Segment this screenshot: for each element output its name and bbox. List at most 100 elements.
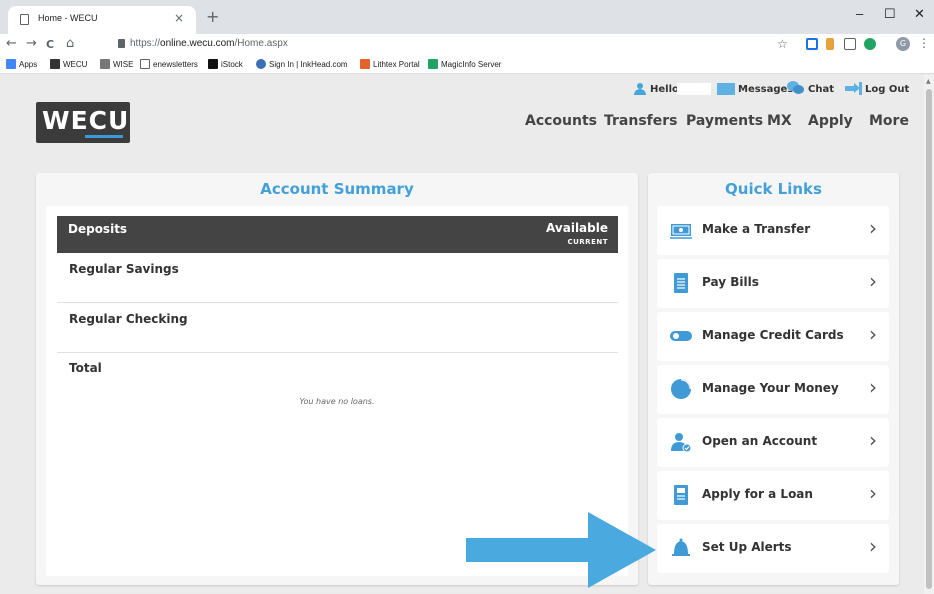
nav-accounts[interactable]: Accounts [525, 113, 597, 129]
chevron-right-icon: › [869, 216, 877, 240]
forward-button[interactable]: → [26, 36, 37, 51]
quick-link-label: Make a Transfer [702, 222, 811, 236]
nav-more[interactable]: More [869, 113, 909, 129]
tab-close-icon[interactable]: × [174, 11, 184, 25]
extension-icon[interactable] [864, 38, 876, 50]
chat-link[interactable]: Chat [808, 84, 834, 95]
account-row-total: Total [57, 352, 618, 402]
bookmark-star-icon[interactable]: ☆ [777, 37, 788, 51]
maximize-button[interactable]: ☐ [884, 6, 896, 22]
browser-menu-icon[interactable]: ⋮ [918, 36, 930, 50]
page-scrollbar[interactable]: ▲ [924, 75, 934, 594]
apps-grid-icon [6, 59, 16, 69]
chat-bubbles-icon[interactable] [787, 81, 804, 94]
quick-links-card: Quick Links Make a Transfer › Pay Bills … [648, 173, 899, 585]
wise-icon [100, 59, 110, 69]
bookmark-wise[interactable]: WISE [100, 59, 133, 69]
quick-link-label: Set Up Alerts [702, 540, 792, 554]
chevron-right-icon: › [869, 428, 877, 452]
nav-apply[interactable]: Apply [808, 113, 853, 129]
bookmark-magicinfo[interactable]: MagicInfo Server [428, 59, 501, 69]
quick-link-make-transfer[interactable]: Make a Transfer › [657, 206, 889, 255]
nav-transfers[interactable]: Transfers [604, 113, 678, 129]
browser-tab-strip: Home - WECU × + – ☐ ✕ [0, 0, 934, 34]
chevron-right-icon: › [869, 269, 877, 293]
quick-links-title: Quick Links [725, 180, 822, 198]
lock-icon [118, 39, 125, 48]
deposits-header: Deposits Available CURRENT [57, 216, 618, 253]
nav-payments[interactable]: Payments [686, 113, 763, 129]
cast-extension-icon[interactable] [806, 38, 818, 50]
transfer-icon [670, 224, 692, 239]
quick-link-label: Manage Your Money [702, 381, 839, 395]
chevron-right-icon: › [869, 375, 877, 399]
logo-underline [85, 135, 123, 138]
person-icon [634, 83, 646, 95]
account-row-savings[interactable]: Regular Savings [57, 253, 618, 303]
available-label: Available [546, 221, 608, 235]
add-person-icon [671, 433, 692, 452]
callout-arrow-icon [466, 512, 656, 588]
quick-link-label: Pay Bills [702, 275, 759, 289]
close-window-button[interactable]: ✕ [914, 6, 925, 22]
bookmark-enewsletters[interactable]: enewsletters [140, 59, 198, 69]
browser-toolbar: ← → C ⌂ https://online.wecu.com/Home.asp… [0, 34, 934, 56]
bell-icon [672, 538, 690, 556]
chevron-right-icon: › [869, 322, 877, 346]
chevron-right-icon: › [869, 534, 877, 558]
wecu-icon [50, 59, 60, 69]
address-bar[interactable]: https://online.wecu.com/Home.aspx [114, 35, 754, 54]
bookmarks-bar: Apps WECU WISE enewsletters iStock Sign … [0, 56, 934, 74]
home-button[interactable]: ⌂ [66, 36, 74, 51]
quick-link-label: Open an Account [702, 434, 818, 448]
back-button[interactable]: ← [6, 36, 17, 51]
toggle-card-icon [670, 331, 692, 341]
pie-chart-icon [671, 379, 691, 399]
user-name-box [677, 83, 711, 95]
chevron-right-icon: › [869, 481, 877, 505]
quick-link-manage-credit-cards[interactable]: Manage Credit Cards › [657, 312, 889, 361]
total-label: Total [69, 361, 102, 375]
minimize-button[interactable]: – [856, 6, 863, 21]
extension-icon[interactable] [844, 38, 856, 50]
url-text: https://online.wecu.com/Home.aspx [130, 38, 288, 49]
bookmark-wecu[interactable]: WECU [50, 59, 87, 69]
new-tab-button[interactable]: + [206, 7, 219, 26]
profile-avatar[interactable]: G [896, 37, 910, 51]
logo-text: WECU [42, 106, 130, 135]
browser-tab[interactable]: Home - WECU × [8, 6, 196, 34]
quick-link-manage-money[interactable]: Manage Your Money › [657, 365, 889, 414]
account-summary-title: Account Summary [260, 180, 414, 198]
bill-icon [674, 273, 688, 293]
reload-button[interactable]: C [46, 38, 54, 51]
bookmark-lithtex[interactable]: Lithtex Portal [360, 59, 420, 69]
quick-link-apply-loan[interactable]: Apply for a Loan › [657, 471, 889, 520]
messages-link[interactable]: Messages [738, 84, 793, 95]
wecu-logo[interactable]: WECU [36, 102, 130, 143]
quick-link-open-account[interactable]: Open an Account › [657, 418, 889, 467]
magicinfo-icon [428, 59, 438, 69]
bookmark-apps[interactable]: Apps [6, 59, 37, 69]
logout-link[interactable]: Log Out [865, 84, 909, 95]
tab-title: Home - WECU [38, 13, 98, 23]
nav-mx[interactable]: MX [767, 113, 792, 129]
scroll-up-arrow-icon[interactable]: ▲ [926, 78, 931, 85]
page-icon [140, 59, 150, 69]
page-icon [20, 14, 29, 25]
no-loans-message: You have no loans. [299, 397, 375, 406]
logout-icon[interactable] [845, 82, 863, 95]
quick-link-set-up-alerts[interactable]: Set Up Alerts › [657, 524, 889, 573]
bookmark-istock[interactable]: iStock [208, 59, 243, 69]
deposits-label: Deposits [68, 222, 128, 236]
scrollbar-thumb[interactable] [926, 89, 932, 589]
quick-link-pay-bills[interactable]: Pay Bills › [657, 259, 889, 308]
account-name: Regular Checking [69, 312, 188, 326]
extension-icon[interactable] [826, 38, 834, 50]
account-name: Regular Savings [69, 262, 179, 276]
inkhead-icon [256, 59, 266, 69]
bookmark-inkhead[interactable]: Sign In | InkHead.com [256, 59, 348, 69]
lithtex-icon [360, 59, 370, 69]
account-row-checking[interactable]: Regular Checking [57, 303, 618, 353]
quick-link-label: Manage Credit Cards [702, 328, 844, 342]
envelope-icon[interactable] [717, 83, 735, 95]
